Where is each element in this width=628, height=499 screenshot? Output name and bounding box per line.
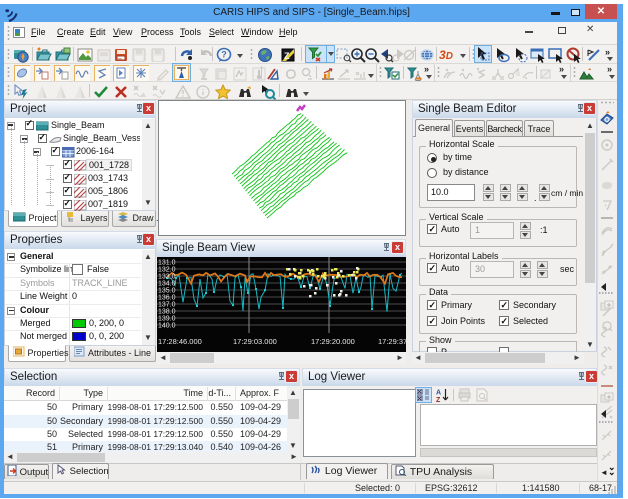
svg-text:17:29:03.000: 17:29:03.000 — [233, 337, 277, 346]
svg-text:138.0: 138.0 — [158, 309, 176, 316]
svg-text:137.0: 137.0 — [158, 302, 176, 309]
svg-text:A: A — [436, 390, 441, 397]
svg-text:135.0: 135.0 — [158, 288, 176, 295]
svg-text:131.0: 131.0 — [158, 260, 176, 267]
svg-text:136.0: 136.0 — [158, 295, 176, 302]
svg-text:Z: Z — [436, 397, 441, 402]
svg-text:140.0: 140.0 — [158, 323, 176, 330]
svg-text:?: ? — [221, 50, 227, 60]
svg-text:132.0: 132.0 — [158, 267, 176, 274]
svg-text:139.0: 139.0 — [158, 316, 176, 323]
svg-text:Z: Z — [284, 51, 290, 61]
svg-text:ss: ss — [118, 56, 122, 61]
svg-text:17:29:37: 17:29:37 — [378, 337, 406, 346]
svg-text:133.0: 133.0 — [158, 274, 176, 281]
svg-text:17:28:46.000: 17:28:46.000 — [158, 337, 202, 346]
svg-text:134.0: 134.0 — [158, 281, 176, 288]
svg-text:17:29:20.000: 17:29:20.000 — [311, 337, 355, 346]
